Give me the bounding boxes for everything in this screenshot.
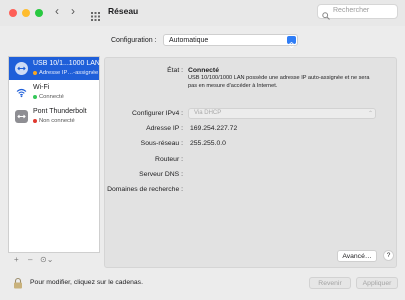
search-placeholder: Rechercher — [333, 7, 370, 14]
advanced-button[interactable]: Avancé… — [337, 250, 377, 262]
help-button[interactable]: ? — [383, 250, 394, 261]
status-description: USB 10/100/1000 LAN possède une adresse … — [188, 75, 370, 89]
search-icon — [322, 7, 330, 20]
service-name: Pont Thunderbolt — [33, 108, 87, 115]
zoom-window-button[interactable] — [35, 9, 43, 17]
add-service-button[interactable]: + — [14, 255, 19, 264]
status-dot — [33, 71, 37, 75]
chevron-updown-icon: ⌃ — [368, 111, 374, 117]
status-label: État : — [167, 67, 183, 74]
status-dot — [33, 95, 37, 99]
router-label: Routeur : — [155, 156, 183, 163]
ip-address-value: 169.254.227.72 — [190, 125, 238, 132]
subnet-label: Sous-réseau : — [140, 140, 183, 147]
service-name: USB 10/1...1000 LAN — [33, 60, 100, 67]
lock-icon[interactable] — [12, 276, 24, 289]
revert-button[interactable]: Revenir — [309, 277, 351, 289]
status-value: Connecté — [188, 67, 219, 74]
minimize-window-button[interactable] — [22, 9, 30, 17]
service-status: Non connecté — [39, 118, 75, 124]
status-dot — [33, 119, 37, 123]
chevron-updown-icon — [287, 36, 296, 49]
apply-button[interactable]: Appliquer — [356, 277, 398, 289]
configuration-value: Automatique — [169, 37, 209, 44]
search-domains-label: Domaines de recherche : — [107, 186, 183, 193]
back-arrow-icon[interactable]: ‹ — [55, 5, 59, 17]
service-name: Wi-Fi — [33, 84, 50, 91]
ip-address-label: Adresse IP : — [146, 125, 183, 132]
forward-arrow-icon[interactable]: › — [71, 5, 75, 17]
ipv4-config-value: Via DHCP — [194, 110, 222, 116]
close-window-button[interactable] — [9, 9, 17, 17]
remove-service-button[interactable]: – — [28, 255, 32, 264]
service-status: Connecté — [39, 94, 64, 100]
ipv4-label: Configurer IPv4 : — [132, 110, 183, 117]
dns-label: Serveur DNS : — [139, 171, 183, 178]
service-toolbar — [9, 254, 99, 266]
thunderbolt-bridge-icon — [15, 110, 28, 123]
configuration-label: Configuration : — [111, 37, 157, 44]
wifi-icon — [15, 86, 28, 99]
lock-hint: Pour modifier, cliquez sur le cadenas. — [30, 279, 143, 286]
action-menu-button[interactable]: ⊙⌄ — [40, 255, 53, 264]
service-status: Adresse IP…-assignée — [39, 70, 99, 76]
show-all-grid-icon[interactable] — [91, 8, 100, 21]
ethernet-icon — [15, 62, 28, 75]
subnet-value: 255.255.0.0 — [190, 140, 226, 147]
window-title: Réseau — [108, 6, 139, 16]
